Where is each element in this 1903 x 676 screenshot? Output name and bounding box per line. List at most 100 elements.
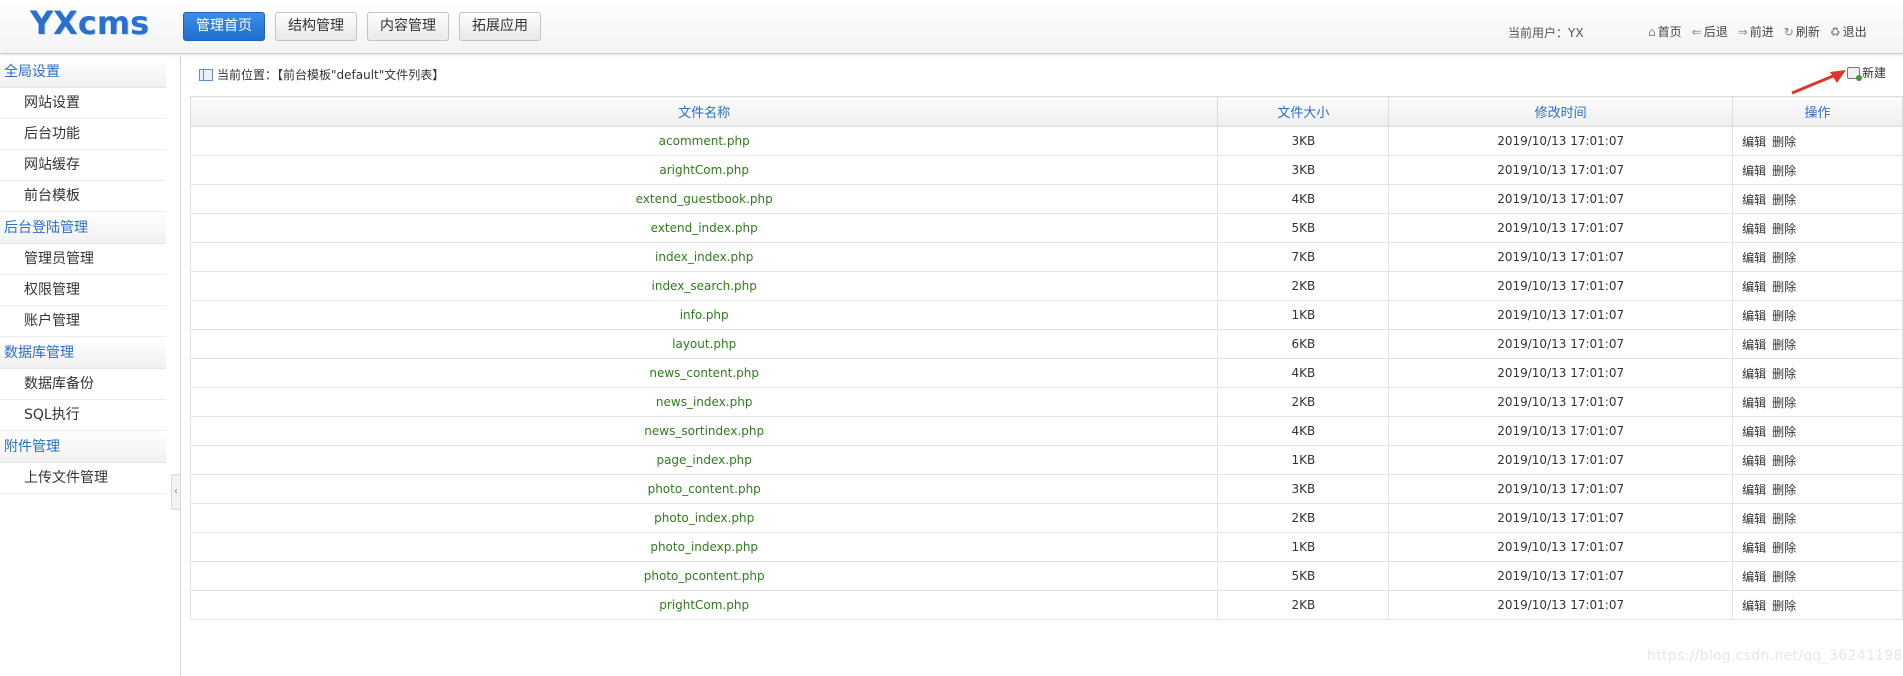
edit-link[interactable]: 编辑 — [1742, 164, 1766, 178]
file-name-cell[interactable]: info.php — [189, 300, 1219, 330]
nav-content-button[interactable]: 内容管理 — [367, 12, 449, 41]
delete-link[interactable]: 删除 — [1772, 454, 1796, 468]
sidebar-item[interactable]: 前台模板 — [0, 181, 166, 212]
nav-home-button[interactable]: 管理首页 — [183, 12, 265, 41]
sidebar: 全局设置 网站设置 后台功能 网站缓存 前台模板 后台登陆管理 管理员管理 权限管理 账户管理数… — [0, 56, 166, 676]
edit-link[interactable]: 编辑 — [1742, 251, 1766, 265]
nav-extensions-button[interactable]: 拓展应用 — [459, 12, 541, 41]
edit-link[interactable]: 编辑 — [1742, 338, 1766, 352]
table-row: news_index.php 2KB 2019/10/13 17:01:07 编辑 删除 — [189, 387, 1903, 417]
delete-link[interactable]: 删除 — [1772, 483, 1796, 497]
edit-link[interactable]: 编辑 — [1742, 425, 1766, 439]
edit-link[interactable]: 编辑 — [1742, 367, 1766, 381]
sidebar-item[interactable]: 数据库备份 — [0, 369, 166, 400]
file-name-cell[interactable]: index_search.php — [189, 271, 1219, 301]
edit-link[interactable]: 编辑 — [1742, 309, 1766, 323]
new-file-label: 新建 — [1862, 66, 1887, 80]
quick-link-home[interactable]: ⌂ 首页 — [1648, 23, 1682, 40]
sidebar-item[interactable]: 上传文件管理 — [0, 463, 166, 494]
edit-link[interactable]: 编辑 — [1742, 193, 1766, 207]
edit-link[interactable]: 编辑 — [1742, 454, 1766, 468]
logo: YXcms — [30, 4, 150, 42]
edit-link[interactable]: 编辑 — [1742, 135, 1766, 149]
sidebar-item[interactable]: SQL执行 — [0, 400, 166, 431]
delete-link[interactable]: 删除 — [1772, 599, 1796, 613]
delete-link[interactable]: 删除 — [1772, 193, 1796, 207]
sidebar-section-title[interactable]: 附件管理 — [0, 431, 166, 463]
quick-link-logout[interactable]: ♻ 退出 — [1830, 23, 1867, 40]
file-name-cell[interactable]: extend_guestbook.php — [189, 184, 1219, 214]
file-name-cell[interactable]: arightCom.php — [189, 155, 1219, 185]
table-row: layout.php 6KB 2019/10/13 17:01:07 编辑 删除 — [189, 329, 1903, 359]
file-name-cell[interactable]: page_index.php — [189, 445, 1219, 475]
edit-link[interactable]: 编辑 — [1742, 570, 1766, 584]
file-name-cell[interactable]: photo_pcontent.php — [189, 561, 1219, 591]
file-name-cell[interactable]: photo_content.php — [189, 474, 1219, 504]
modified-time-cell: 2019/10/13 17:01:07 — [1388, 242, 1734, 272]
file-size-cell: 3KB — [1217, 474, 1390, 504]
file-name-cell[interactable]: prightCom.php — [189, 590, 1219, 620]
sidebar-item[interactable]: 后台功能 — [0, 119, 166, 150]
sidebar-item[interactable]: 权限管理 — [0, 275, 166, 306]
quick-link-forward-arrow[interactable]: ⇒ 前进 — [1738, 23, 1774, 40]
sidebar-collapse-handle[interactable]: ‹ — [171, 474, 181, 510]
edit-link[interactable]: 编辑 — [1742, 541, 1766, 555]
logout-icon: ♻ — [1829, 24, 1841, 39]
delete-link[interactable]: 删除 — [1772, 367, 1796, 381]
sidebar-section-title[interactable]: 后台登陆管理 — [0, 212, 166, 244]
actions-cell: 编辑 删除 — [1732, 474, 1903, 504]
edit-link[interactable]: 编辑 — [1742, 483, 1766, 497]
sidebar-item[interactable]: 网站设置 — [0, 88, 166, 119]
delete-link[interactable]: 删除 — [1772, 425, 1796, 439]
modified-time-cell: 2019/10/13 17:01:07 — [1388, 416, 1734, 446]
file-size-cell: 1KB — [1217, 300, 1390, 330]
edit-link[interactable]: 编辑 — [1742, 222, 1766, 236]
delete-link[interactable]: 删除 — [1772, 541, 1796, 555]
file-name-cell[interactable]: extend_index.php — [189, 213, 1219, 243]
delete-link[interactable]: 删除 — [1772, 280, 1796, 294]
delete-link[interactable]: 删除 — [1772, 251, 1796, 265]
file-name-cell[interactable]: news_index.php — [189, 387, 1219, 417]
table-row: page_index.php 1KB 2019/10/13 17:01:07 编辑 删除 — [189, 445, 1903, 475]
edit-link[interactable]: 编辑 — [1742, 396, 1766, 410]
breadcrumb-text: 当前位置：【前台模板"default"文件列表】 — [217, 68, 445, 82]
file-name-cell[interactable]: news_sortindex.php — [189, 416, 1219, 446]
file-name-cell[interactable]: photo_indexp.php — [189, 532, 1219, 562]
delete-link[interactable]: 删除 — [1772, 570, 1796, 584]
divider — [180, 56, 181, 676]
quick-link-label: 前进 — [1749, 25, 1774, 39]
delete-link[interactable]: 删除 — [1772, 135, 1796, 149]
sidebar-section-title[interactable]: 数据库管理 — [0, 337, 166, 369]
delete-link[interactable]: 删除 — [1772, 396, 1796, 410]
sidebar-item[interactable]: 网站缓存 — [0, 150, 166, 181]
actions-cell: 编辑 删除 — [1732, 561, 1903, 591]
file-name-cell[interactable]: photo_index.php — [189, 503, 1219, 533]
quick-link-back-arrow[interactable]: ⇐ 后退 — [1692, 23, 1728, 40]
file-size-cell: 1KB — [1217, 532, 1390, 562]
delete-link[interactable]: 删除 — [1772, 338, 1796, 352]
header-filesize: 文件大小 — [1217, 96, 1390, 127]
sidebar-item[interactable]: 账户管理 — [0, 306, 166, 337]
delete-link[interactable]: 删除 — [1772, 512, 1796, 526]
quick-link-refresh[interactable]: ↻ 刷新 — [1784, 23, 1820, 40]
sidebar-item[interactable]: 管理员管理 — [0, 244, 166, 275]
table-row: info.php 1KB 2019/10/13 17:01:07 编辑 删除 — [189, 300, 1903, 330]
table-row: photo_index.php 2KB 2019/10/13 17:01:07 编辑删… — [189, 503, 1903, 533]
file-name-cell[interactable]: acomment.php — [189, 126, 1219, 156]
delete-link[interactable]: 删除 — [1772, 164, 1796, 178]
file-name-cell[interactable]: layout.php — [189, 329, 1219, 359]
file-name-cell[interactable]: news_content.php — [189, 358, 1219, 388]
delete-link[interactable]: 删除 — [1772, 222, 1796, 236]
actions-cell: 编辑 删除 — [1732, 387, 1903, 417]
header-actions: 操作 — [1732, 96, 1903, 127]
delete-link[interactable]: 删除 — [1772, 309, 1796, 323]
edit-link[interactable]: 编辑 — [1742, 512, 1766, 526]
edit-link[interactable]: 编辑 — [1742, 280, 1766, 294]
nav-structure-button[interactable]: 结构管理 — [275, 12, 357, 41]
table-header-row: 文件名称 文件大小 修改时间 操作 — [189, 96, 1903, 127]
file-name-cell[interactable]: index_index.php — [189, 242, 1219, 272]
breadcrumb: 当前位置：【前台模板"default"文件列表】 — [199, 66, 444, 83]
new-file-button[interactable]: 新建 — [1847, 64, 1886, 81]
sidebar-section-title[interactable]: 全局设置 — [0, 56, 166, 88]
edit-link[interactable]: 编辑 — [1742, 599, 1766, 613]
